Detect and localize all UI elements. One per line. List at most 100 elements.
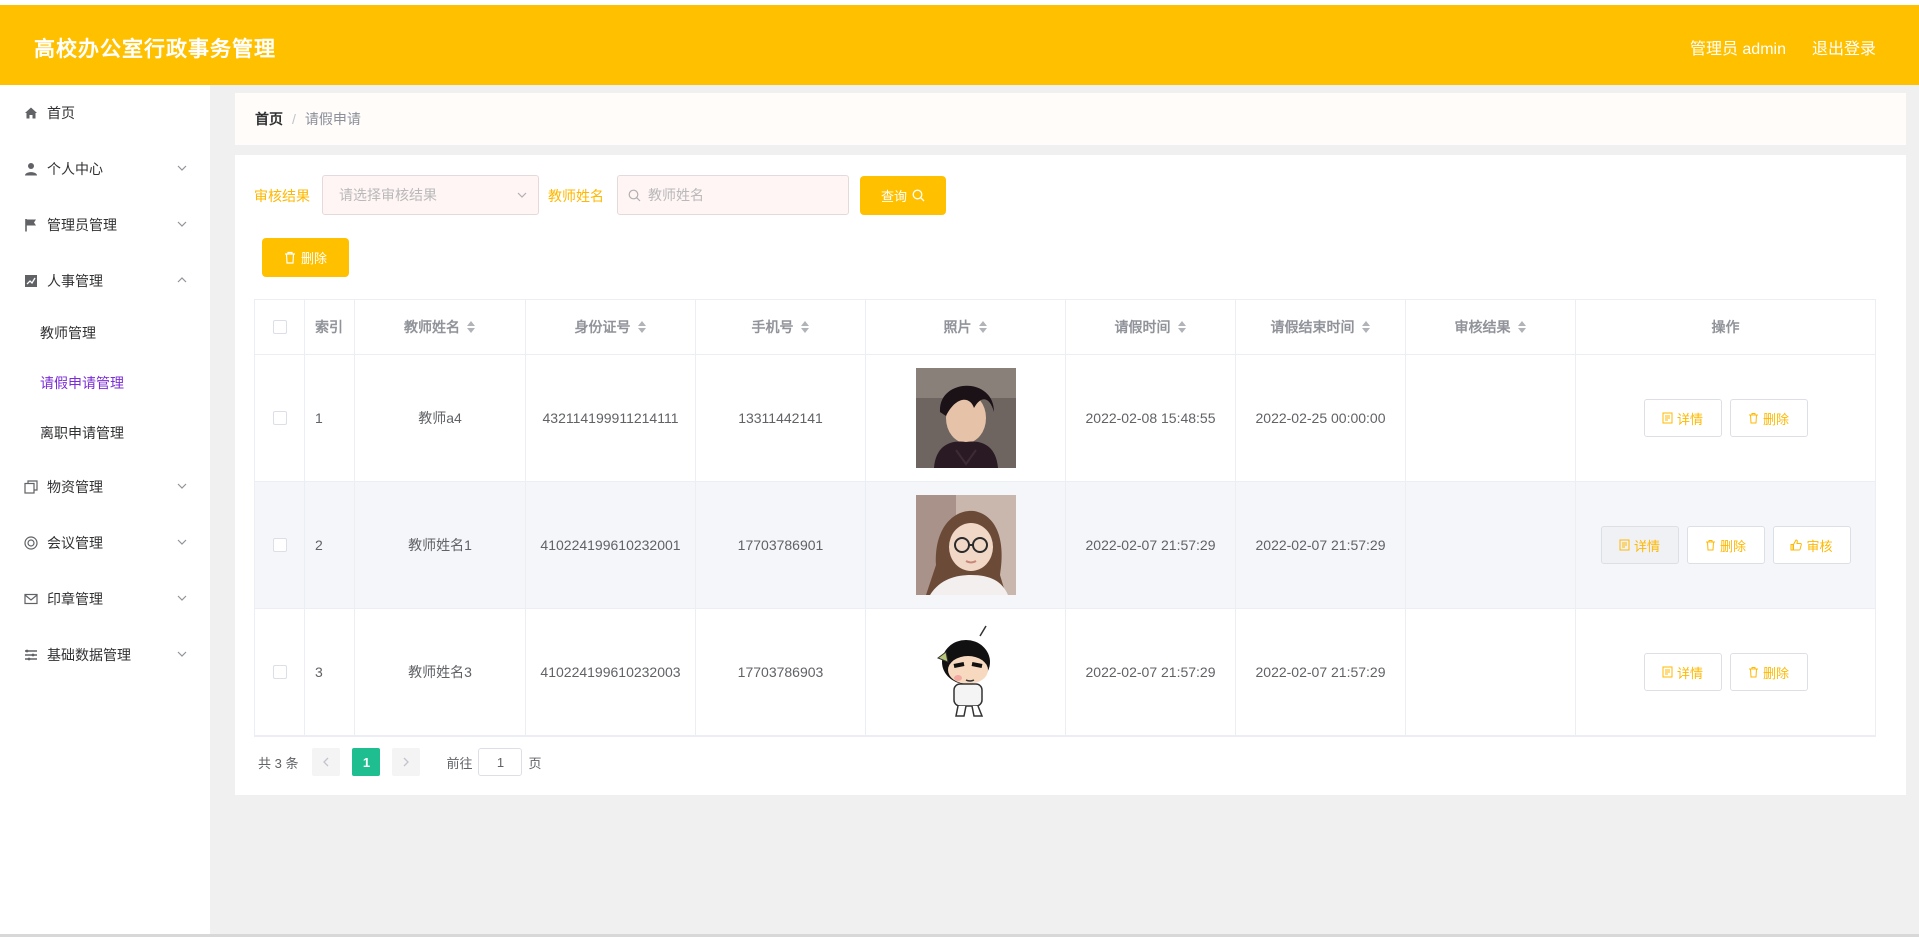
select-all-checkbox[interactable]	[272, 320, 287, 334]
chevron-left-icon	[323, 757, 329, 767]
cell-id-no: 432114199911214111	[526, 355, 696, 481]
detail-button[interactable]: 详情	[1600, 526, 1679, 564]
row-checkbox[interactable]	[272, 665, 287, 679]
header-audit-result[interactable]: 审核结果	[1406, 300, 1576, 354]
detail-button-label: 详情	[1633, 538, 1660, 554]
current-user[interactable]: 管理员 admin	[1690, 35, 1786, 59]
trash-icon	[1748, 667, 1758, 678]
goto-label: 前往	[446, 755, 473, 771]
search-icon	[912, 189, 925, 202]
chevron-up-icon	[177, 277, 187, 283]
detail-button[interactable]: 详情	[1643, 399, 1722, 437]
query-button[interactable]: 查询	[860, 176, 946, 215]
header-index: 索引	[305, 300, 355, 354]
header-phone[interactable]: 手机号	[696, 300, 866, 354]
sidebar-item-leave-request[interactable]: 请假申请管理	[0, 363, 210, 403]
batch-delete-label: 删除	[300, 251, 327, 266]
sidebar-item-meeting[interactable]: 会议管理	[0, 523, 210, 563]
cell-photo	[866, 355, 1066, 481]
flag-icon	[24, 218, 38, 232]
sidebar-item-personal-center[interactable]: 个人中心	[0, 149, 210, 189]
cell-id-no: 410224199610232003	[526, 609, 696, 735]
sidebar-item-label: 基础数据管理	[47, 647, 131, 663]
document-icon	[1662, 666, 1673, 678]
breadcrumb-separator: /	[292, 111, 296, 127]
sidebar-item-label: 人事管理	[47, 273, 103, 289]
mail-icon	[24, 592, 38, 606]
sort-icon[interactable]	[1177, 320, 1187, 334]
sidebar-item-label: 管理员管理	[47, 217, 117, 233]
row-select	[255, 482, 305, 608]
page-number-button[interactable]: 1	[352, 748, 381, 776]
cell-actions: 详情 删除	[1576, 609, 1875, 735]
cell-start-time: 2022-02-07 21:57:29	[1066, 609, 1236, 735]
sort-icon[interactable]	[1361, 320, 1371, 334]
next-page-button[interactable]	[392, 748, 421, 776]
header-id-no[interactable]: 身份证号	[526, 300, 696, 354]
header-label: 请假结束时间	[1270, 319, 1355, 335]
detail-button-label: 详情	[1676, 665, 1703, 681]
search-icon	[628, 189, 641, 202]
header-user-area: 管理员 admin 退出登录	[1690, 35, 1876, 59]
sidebar: 首页 个人中心 管理员管理 人事管理 教师管理 请假申请管理 离职申请管理 物资…	[0, 85, 210, 937]
cell-audit-result	[1406, 355, 1576, 481]
teacher-name-input[interactable]: 教师姓名	[617, 175, 849, 215]
header-label: 照片	[943, 319, 972, 335]
user-icon	[24, 162, 38, 176]
header-end-time[interactable]: 请假结束时间	[1236, 300, 1406, 354]
sidebar-item-admin[interactable]: 管理员管理	[0, 205, 210, 245]
list-icon	[24, 648, 38, 662]
detail-button[interactable]: 详情	[1643, 653, 1722, 691]
goto-page-input[interactable]: 1	[478, 748, 523, 776]
teacher-photo[interactable]	[915, 495, 1016, 595]
cell-actions: 详情 删除	[1576, 355, 1875, 481]
sidebar-item-seal[interactable]: 印章管理	[0, 579, 210, 619]
audit-button[interactable]: 审核	[1772, 526, 1851, 564]
chevron-right-icon	[404, 757, 410, 767]
table-row: 1 教师a4 432114199911214111 13311442141 20…	[255, 355, 1875, 482]
breadcrumb-current: 请假申请	[304, 111, 361, 127]
cell-actions: 详情 删除 审核	[1576, 482, 1875, 608]
header-label: 审核结果	[1454, 319, 1511, 335]
detail-button-label: 详情	[1676, 411, 1703, 427]
delete-button[interactable]: 删除	[1729, 399, 1808, 437]
cell-photo	[866, 482, 1066, 608]
pagination: 共 3 条 1 前往 1 页	[258, 748, 542, 776]
teacher-photo[interactable]	[915, 368, 1016, 468]
sidebar-item-resignation[interactable]: 离职申请管理	[0, 413, 210, 453]
sidebar-item-basic-data[interactable]: 基础数据管理	[0, 635, 210, 675]
sidebar-item-home[interactable]: 首页	[0, 93, 210, 133]
header-start-time[interactable]: 请假时间	[1066, 300, 1236, 354]
sidebar-item-teacher[interactable]: 教师管理	[0, 313, 210, 353]
sort-icon[interactable]	[1517, 320, 1527, 334]
app-title: 高校办公室行政事务管理	[34, 38, 276, 61]
teacher-name-placeholder: 教师姓名	[648, 187, 704, 203]
delete-button-label: 删除	[1719, 538, 1746, 554]
teacher-photo[interactable]	[915, 622, 1016, 722]
document-icon	[1662, 412, 1673, 424]
delete-button[interactable]: 删除	[1686, 526, 1765, 564]
audit-result-select[interactable]: 请选择审核结果	[322, 175, 539, 215]
cell-phone: 13311442141	[696, 355, 866, 481]
sort-icon[interactable]	[978, 320, 988, 334]
batch-delete-button[interactable]: 删除	[262, 238, 349, 277]
row-checkbox[interactable]	[272, 538, 287, 552]
delete-button[interactable]: 删除	[1729, 653, 1808, 691]
sidebar-item-materials[interactable]: 物资管理	[0, 467, 210, 507]
breadcrumb-home[interactable]: 首页	[255, 109, 283, 129]
sort-icon[interactable]	[800, 320, 810, 334]
row-checkbox[interactable]	[272, 411, 287, 425]
audit-result-placeholder: 请选择审核结果	[339, 187, 437, 203]
prev-page-button[interactable]	[312, 748, 341, 776]
home-icon	[24, 106, 38, 120]
header-photo[interactable]: 照片	[866, 300, 1066, 354]
logout-link[interactable]: 退出登录	[1812, 35, 1876, 59]
sort-icon[interactable]	[637, 320, 647, 334]
header-select-all	[255, 300, 305, 354]
header-label: 索引	[315, 319, 343, 335]
sidebar-item-hr[interactable]: 人事管理	[0, 261, 210, 301]
sidebar-item-label: 个人中心	[47, 161, 103, 177]
header-name[interactable]: 教师姓名	[355, 300, 526, 354]
sort-icon[interactable]	[466, 320, 476, 334]
chevron-down-icon	[177, 595, 187, 601]
